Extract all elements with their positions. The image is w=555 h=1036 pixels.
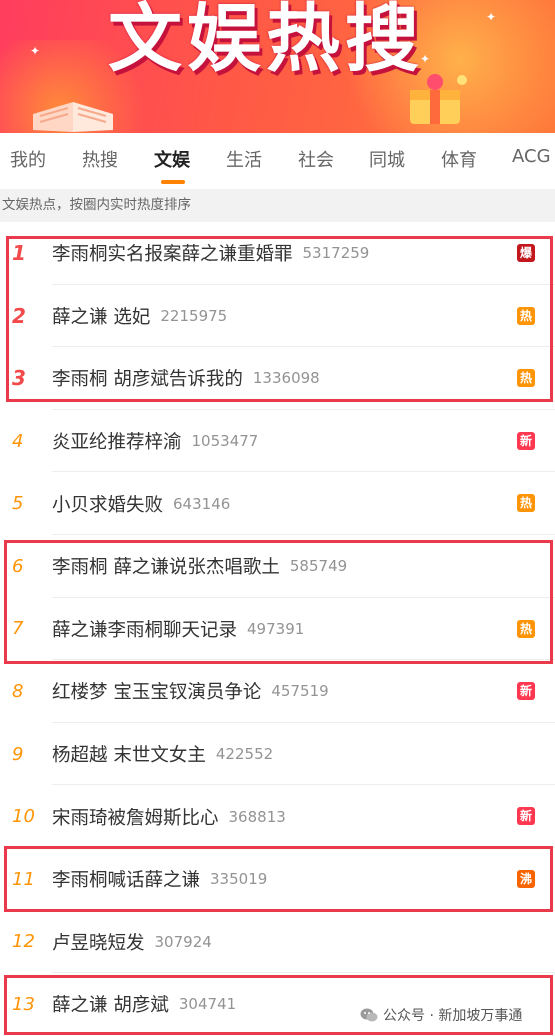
tab-life[interactable]: 生活 (226, 146, 262, 172)
trending-topic[interactable]: 薛之谦 胡彦斌 (52, 991, 169, 1017)
heat-count: 335019 (210, 870, 268, 889)
rank-number: 5 (12, 493, 24, 515)
tab-entertainment[interactable]: 文娱 (154, 146, 190, 172)
trending-item[interactable]: 7 薛之谦李雨桐聊天记录 497391 热 (0, 597, 555, 661)
rank-number: 13 (12, 993, 35, 1015)
new-badge: 新 (517, 431, 535, 450)
trending-topic[interactable]: 宋雨琦被詹姆斯比心 (52, 804, 219, 830)
heat-count: 457519 (271, 682, 329, 701)
trending-topic[interactable]: 薛之谦李雨桐聊天记录 (52, 616, 237, 642)
trending-item[interactable]: 8 红楼梦 宝玉宝钗演员争论 457519 新 (0, 660, 555, 723)
trending-item[interactable]: 1 李雨桐实名报案薛之谦重婚罪 5317259 爆 (0, 222, 555, 285)
tab-mine[interactable]: 我的 (10, 146, 46, 172)
gift-icon (410, 74, 467, 124)
hot-badge: 热 (517, 369, 535, 388)
heat-count: 497391 (247, 619, 305, 638)
wechat-icon (360, 1008, 378, 1022)
rank-number: 6 (12, 555, 24, 577)
tab-hot-search[interactable]: 热搜 (82, 146, 118, 172)
tab-society[interactable]: 社会 (298, 146, 334, 172)
trending-topic[interactable]: 李雨桐 薛之谦说张杰唱歌土 (52, 553, 280, 579)
heat-count: 368813 (228, 807, 286, 826)
heat-count: 422552 (215, 745, 274, 764)
rank-number: 4 (12, 430, 24, 452)
tab-sports[interactable]: 体育 (441, 146, 477, 172)
banner: ✦ ✦ ✦ 文娱热搜 (0, 0, 555, 133)
new-badge: 新 (517, 682, 535, 701)
heat-count: 1053477 (191, 432, 259, 451)
sparkle-icon: ✦ (30, 44, 41, 58)
trending-item[interactable]: 4 炎亚纶推荐梓渝 1053477 新 (0, 409, 555, 473)
tab-acg[interactable]: ACG (512, 146, 551, 167)
rank-number: 3 (12, 366, 26, 391)
trending-item[interactable]: 6 李雨桐 薛之谦说张杰唱歌土 585749 (0, 535, 555, 598)
watermark: 公众号 · 新加坡万事通 (360, 1004, 522, 1026)
trending-topic[interactable]: 小贝求婚失败 (52, 491, 163, 517)
tab-local[interactable]: 同城 (369, 146, 405, 172)
boiling-badge: 沸 (517, 870, 535, 888)
category-tabs: 我的 热搜 文娱 生活 社会 同城 体育 ACG (0, 133, 555, 187)
trending-item[interactable]: 9 杨超越 末世文女主 422552 (0, 722, 555, 786)
trending-topic[interactable]: 卢昱晓短发 (52, 929, 145, 955)
hot-badge: 热 (517, 306, 535, 325)
trending-item[interactable]: 12 卢昱晓短发 307924 (0, 910, 555, 974)
book-icon (33, 102, 113, 132)
trending-item[interactable]: 3 李雨桐 胡彦斌告诉我的 1336098 热 (0, 347, 555, 410)
hot-badge-explosive: 爆 (517, 244, 535, 262)
trending-item[interactable]: 5 小贝求婚失败 643146 热 (0, 472, 555, 535)
active-tab-indicator (161, 180, 185, 184)
trending-topic[interactable]: 薛之谦 选妃 (52, 303, 150, 329)
rank-number: 1 (12, 241, 26, 266)
heat-count: 585749 (289, 557, 348, 576)
trending-item[interactable]: 2 薛之谦 选妃 2215975 热 (0, 284, 555, 348)
heat-count: 2215975 (160, 306, 228, 325)
rank-number: 8 (12, 680, 24, 702)
sparkle-icon: ✦ (486, 10, 497, 24)
rank-number: 10 (12, 806, 35, 828)
heat-count: 643146 (173, 494, 231, 513)
heat-count: 307924 (154, 932, 212, 951)
hot-badge: 热 (517, 619, 535, 638)
hot-badge: 热 (517, 494, 535, 513)
trending-item[interactable]: 11 李雨桐喊话薛之谦 335019 沸 (0, 848, 555, 911)
list-subtitle: 文娱热点，按圈内实时热度排序 (0, 189, 555, 222)
new-badge: 新 (517, 807, 535, 826)
trending-topic[interactable]: 红楼梦 宝玉宝钗演员争论 (52, 678, 261, 704)
trending-topic[interactable]: 李雨桐实名报案薛之谦重婚罪 (52, 240, 293, 266)
watermark-text: 公众号 · 新加坡万事通 (383, 1008, 523, 1024)
heat-count: 1336098 (252, 369, 320, 388)
heat-count: 304741 (178, 995, 237, 1014)
rank-number: 11 (12, 868, 35, 890)
trending-topic[interactable]: 炎亚纶推荐梓渝 (52, 428, 182, 454)
trending-topic[interactable]: 杨超越 末世文女主 (52, 741, 206, 767)
rank-number: 2 (12, 303, 26, 328)
rank-number: 9 (12, 743, 24, 765)
rank-number: 12 (12, 931, 35, 953)
trending-topic[interactable]: 李雨桐喊话薛之谦 (52, 866, 200, 892)
trending-topic[interactable]: 李雨桐 胡彦斌告诉我的 (52, 365, 243, 391)
rank-number: 7 (12, 618, 24, 640)
heat-count: 5317259 (302, 244, 370, 263)
banner-title: 文娱热搜 (108, 0, 424, 82)
trending-item[interactable]: 10 宋雨琦被詹姆斯比心 368813 新 (0, 785, 555, 848)
